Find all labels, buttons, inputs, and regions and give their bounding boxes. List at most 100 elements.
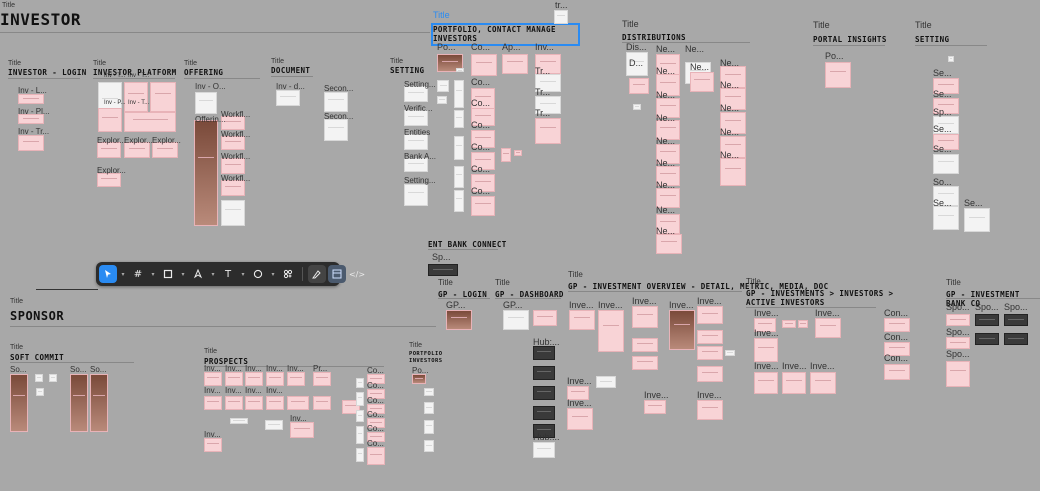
investor-section-title[interactable]: INVESTOR	[0, 10, 81, 29]
frame-thumbnail[interactable]	[150, 82, 176, 112]
frame-thumbnail[interactable]	[49, 374, 57, 382]
frame-thumbnail[interactable]	[690, 72, 714, 92]
frame-thumbnail[interactable]	[124, 82, 148, 112]
frame-thumbnail[interactable]	[884, 318, 910, 332]
sponsor-section-title[interactable]: SPONSOR	[10, 309, 64, 323]
frame-thumbnail[interactable]	[810, 372, 836, 394]
frame-thumbnail[interactable]	[884, 364, 910, 380]
frame-thumbnail[interactable]	[35, 374, 43, 382]
portfolio-small-header-l2[interactable]: INVESTORS	[409, 358, 442, 364]
frame-thumbnail[interactable]	[754, 372, 778, 394]
frame-thumbnail[interactable]	[437, 80, 449, 92]
frame-thumbnail[interactable]	[454, 110, 464, 128]
shape-tool-chevron-down-icon[interactable]: ▾	[179, 265, 187, 283]
frame-thumbnail[interactable]	[501, 148, 511, 162]
frame-thumbnail[interactable]	[412, 374, 426, 384]
frame-thumbnail[interactable]	[533, 346, 555, 360]
frame-thumbnail[interactable]	[782, 372, 806, 394]
frame-thumbnail[interactable]	[815, 318, 841, 338]
frame-thumbnail[interactable]	[225, 396, 243, 410]
frame-thumbnail[interactable]	[514, 150, 522, 156]
frame-thumbnail[interactable]	[471, 54, 497, 76]
frame-thumbnail[interactable]	[428, 264, 458, 276]
frame-thumbnail[interactable]	[356, 448, 364, 462]
frame-thumbnail[interactable]	[798, 320, 808, 328]
frame-thumbnail[interactable]	[567, 408, 593, 430]
soft-commit-header[interactable]: SOFT COMMIT	[10, 353, 64, 362]
actions-tool-icon[interactable]	[279, 265, 297, 283]
frame-thumbnail[interactable]	[124, 112, 176, 132]
frame-thumbnail[interactable]	[632, 356, 658, 370]
setting-header[interactable]: SETTING	[390, 66, 424, 75]
frame-thumbnail[interactable]	[533, 310, 557, 326]
frame-thumbnail[interactable]	[697, 366, 723, 382]
document-header[interactable]: DOCUMENT	[271, 66, 310, 75]
frame-thumbnail[interactable]	[533, 442, 555, 458]
frame-thumbnail[interactable]	[204, 438, 222, 452]
frame-thumbnail[interactable]	[90, 374, 108, 432]
frame-thumbnail[interactable]	[266, 372, 284, 386]
frame-thumbnail[interactable]	[782, 320, 796, 328]
text-tool-icon[interactable]: T	[219, 265, 237, 283]
frame-thumbnail[interactable]	[195, 92, 217, 114]
comment-tool-icon[interactable]	[249, 265, 267, 283]
frame-thumbnail[interactable]	[204, 372, 222, 386]
design-mode-icon[interactable]	[328, 265, 346, 283]
frame-thumbnail[interactable]	[697, 400, 723, 420]
frame-thumbnail[interactable]	[36, 388, 44, 396]
move-tool-icon[interactable]	[99, 265, 117, 283]
comment-tool-chevron-down-icon[interactable]: ▾	[269, 265, 277, 283]
frame-thumbnail[interactable]	[287, 396, 309, 410]
frame-thumbnail[interactable]	[437, 96, 447, 104]
frame-thumbnail[interactable]	[948, 56, 954, 62]
frame-thumbnail[interactable]	[946, 314, 970, 326]
frame-thumbnail[interactable]	[324, 119, 348, 141]
frame-thumbnail[interactable]	[946, 337, 970, 349]
frame-thumbnail[interactable]	[324, 92, 348, 112]
frame-thumbnail[interactable]	[533, 406, 555, 420]
frame-thumbnail[interactable]	[598, 310, 624, 352]
frame-thumbnail[interactable]	[10, 374, 28, 432]
frame-thumbnail[interactable]	[287, 372, 305, 386]
frame-thumbnail[interactable]	[644, 400, 666, 414]
frame-thumbnail[interactable]	[975, 333, 999, 345]
distributions-header[interactable]: DISTRIBUTIONS	[622, 33, 686, 42]
frame-thumbnail[interactable]	[656, 234, 682, 254]
frame-thumbnail[interactable]	[533, 366, 555, 380]
frame-thumbnail[interactable]	[204, 396, 222, 410]
pen-tool-chevron-down-icon[interactable]: ▾	[209, 265, 217, 283]
frame-thumbnail[interactable]	[424, 420, 434, 434]
frame-thumbnail[interactable]	[424, 388, 434, 396]
frame-thumbnail[interactable]	[245, 396, 263, 410]
dev-mode-icon[interactable]: </>	[348, 265, 366, 283]
frame-thumbnail[interactable]	[933, 206, 959, 230]
frame-thumbnail[interactable]	[367, 447, 385, 465]
frame-thumbnail[interactable]	[18, 94, 44, 104]
frame-thumbnail[interactable]	[720, 158, 746, 186]
frame-thumbnail[interactable]	[933, 154, 959, 174]
frame-thumbnail[interactable]	[946, 361, 970, 387]
frame-thumbnail[interactable]	[265, 420, 283, 430]
frame-thumbnail[interactable]	[356, 410, 364, 422]
frame-thumbnail[interactable]	[454, 166, 464, 188]
frame-thumbnail[interactable]	[225, 372, 243, 386]
pen-tool-icon[interactable]	[189, 265, 207, 283]
portfolio-small-header-l1[interactable]: PORTFOLIO	[409, 351, 442, 357]
frame-thumbnail[interactable]	[454, 190, 464, 212]
frame-thumbnail[interactable]	[356, 392, 364, 406]
frame-thumbnail[interactable]	[18, 135, 44, 151]
frame-thumbnail[interactable]	[456, 68, 464, 72]
frame-thumbnail[interactable]	[1004, 333, 1028, 345]
frame-thumbnail[interactable]	[356, 378, 364, 388]
move-tool-chevron-down-icon[interactable]: ▾	[119, 265, 127, 283]
portal-insights-header[interactable]: PORTAL INSIGHTS	[813, 35, 887, 44]
frame-thumbnail[interactable]	[454, 136, 464, 160]
frame-thumbnail[interactable]	[313, 372, 331, 386]
frame-thumbnail[interactable]	[245, 372, 263, 386]
frame-thumbnail[interactable]	[569, 310, 595, 330]
frame-thumbnail[interactable]	[290, 422, 314, 438]
draw-mode-icon[interactable]	[308, 265, 326, 283]
frame-thumbnail[interactable]	[471, 196, 495, 216]
frame-thumbnail[interactable]	[535, 118, 561, 144]
frame-thumbnail[interactable]	[313, 396, 331, 410]
